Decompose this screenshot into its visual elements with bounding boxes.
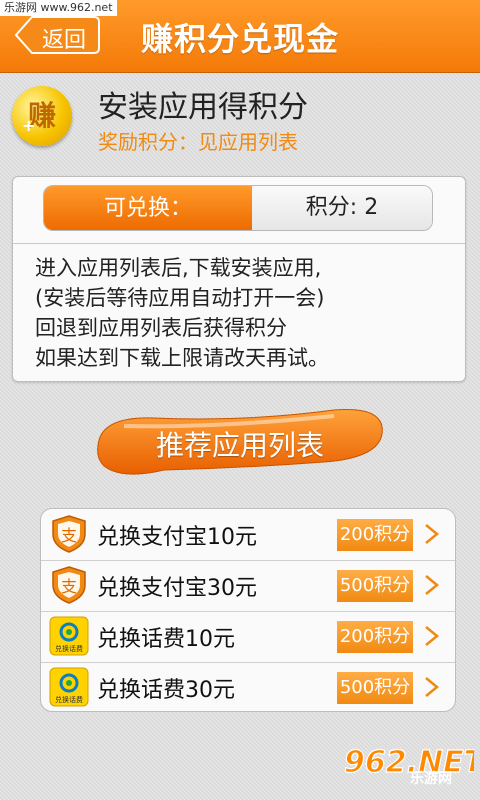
- points-badge: 200积分: [337, 519, 413, 551]
- instruction-line: 如果达到下载上限请改天再试。: [35, 346, 329, 370]
- exchange-segment: 可兑换： 积分: 2: [43, 185, 433, 231]
- app-title: 安装应用得积分: [98, 90, 308, 125]
- alipay-shield-icon: 支: [52, 566, 86, 604]
- chevron-right-icon: [425, 524, 439, 544]
- watermark-text: 乐游网: [410, 771, 452, 787]
- watermark-top: 乐游网 www.962.net: [0, 0, 117, 16]
- china-mobile-icon: 兑换话费: [49, 667, 89, 707]
- exchangeable-label: 可兑换：: [44, 186, 252, 230]
- reward-label: 兑换支付宝10元: [97, 525, 257, 550]
- points-badge: 200积分: [337, 621, 413, 653]
- alipay-shield-icon: 支: [52, 515, 86, 553]
- reward-text: 奖励积分：见应用列表: [98, 130, 298, 154]
- reward-row[interactable]: 支 兑换支付宝10元 200积分: [41, 509, 455, 560]
- svg-text:支: 支: [61, 577, 77, 596]
- instructions: 进入应用列表后,下载安装应用, (安装后等待应用自动打开一会) 回退到应用列表后…: [35, 253, 329, 373]
- reward-row[interactable]: 支 兑换支付宝30元 500积分: [41, 560, 455, 611]
- page-title: 赚积分兑现金: [140, 20, 339, 58]
- svg-text:支: 支: [61, 526, 77, 545]
- reward-list: 支 兑换支付宝10元 200积分 支 兑换支付宝30元 500积分 兑换话费 兑…: [40, 508, 456, 712]
- mobile-icon-caption: 兑换话费: [55, 695, 83, 704]
- china-mobile-icon: 兑换话费: [49, 616, 89, 656]
- points-badge: 500积分: [337, 672, 413, 704]
- chevron-right-icon: [425, 575, 439, 595]
- recommended-apps-button[interactable]: 推荐应用列表: [94, 406, 386, 480]
- reward-row[interactable]: 兑换话费 兑换话费10元 200积分: [41, 611, 455, 662]
- reward-label: 兑换支付宝30元: [97, 576, 257, 601]
- app-header: + 赚 安装应用得积分 奖励积分：见应用列表: [0, 72, 480, 162]
- exchange-panel: 可兑换： 积分: 2 进入应用列表后,下载安装应用, (安装后等待应用自动打开一…: [12, 176, 466, 382]
- watermark-logo: 962.NET: [343, 744, 474, 780]
- chevron-right-icon: [425, 626, 439, 646]
- reward-label: 兑换话费30元: [97, 678, 235, 703]
- chevron-right-icon: [425, 677, 439, 697]
- reward-label: 兑换话费10元: [97, 627, 235, 652]
- coin-plus: +: [22, 116, 36, 135]
- reward-row[interactable]: 兑换话费 兑换话费30元 500积分: [41, 662, 455, 713]
- mobile-icon-caption: 兑换话费: [55, 644, 83, 653]
- instruction-line: 进入应用列表后,下载安装应用,: [35, 256, 322, 280]
- divider: [13, 243, 465, 244]
- instruction-line: (安装后等待应用自动打开一会): [35, 286, 325, 310]
- recommended-button-label: 推荐应用列表: [155, 429, 324, 462]
- coin-icon: + 赚: [12, 86, 72, 146]
- watermark-bottom: 962.NET 乐游网: [340, 742, 474, 792]
- points-badge: 500积分: [337, 570, 413, 602]
- points-balance: 积分: 2: [252, 186, 432, 230]
- instruction-line: 回退到应用列表后获得积分: [35, 316, 287, 340]
- watermark-logo-text: 962.NET: [344, 745, 474, 780]
